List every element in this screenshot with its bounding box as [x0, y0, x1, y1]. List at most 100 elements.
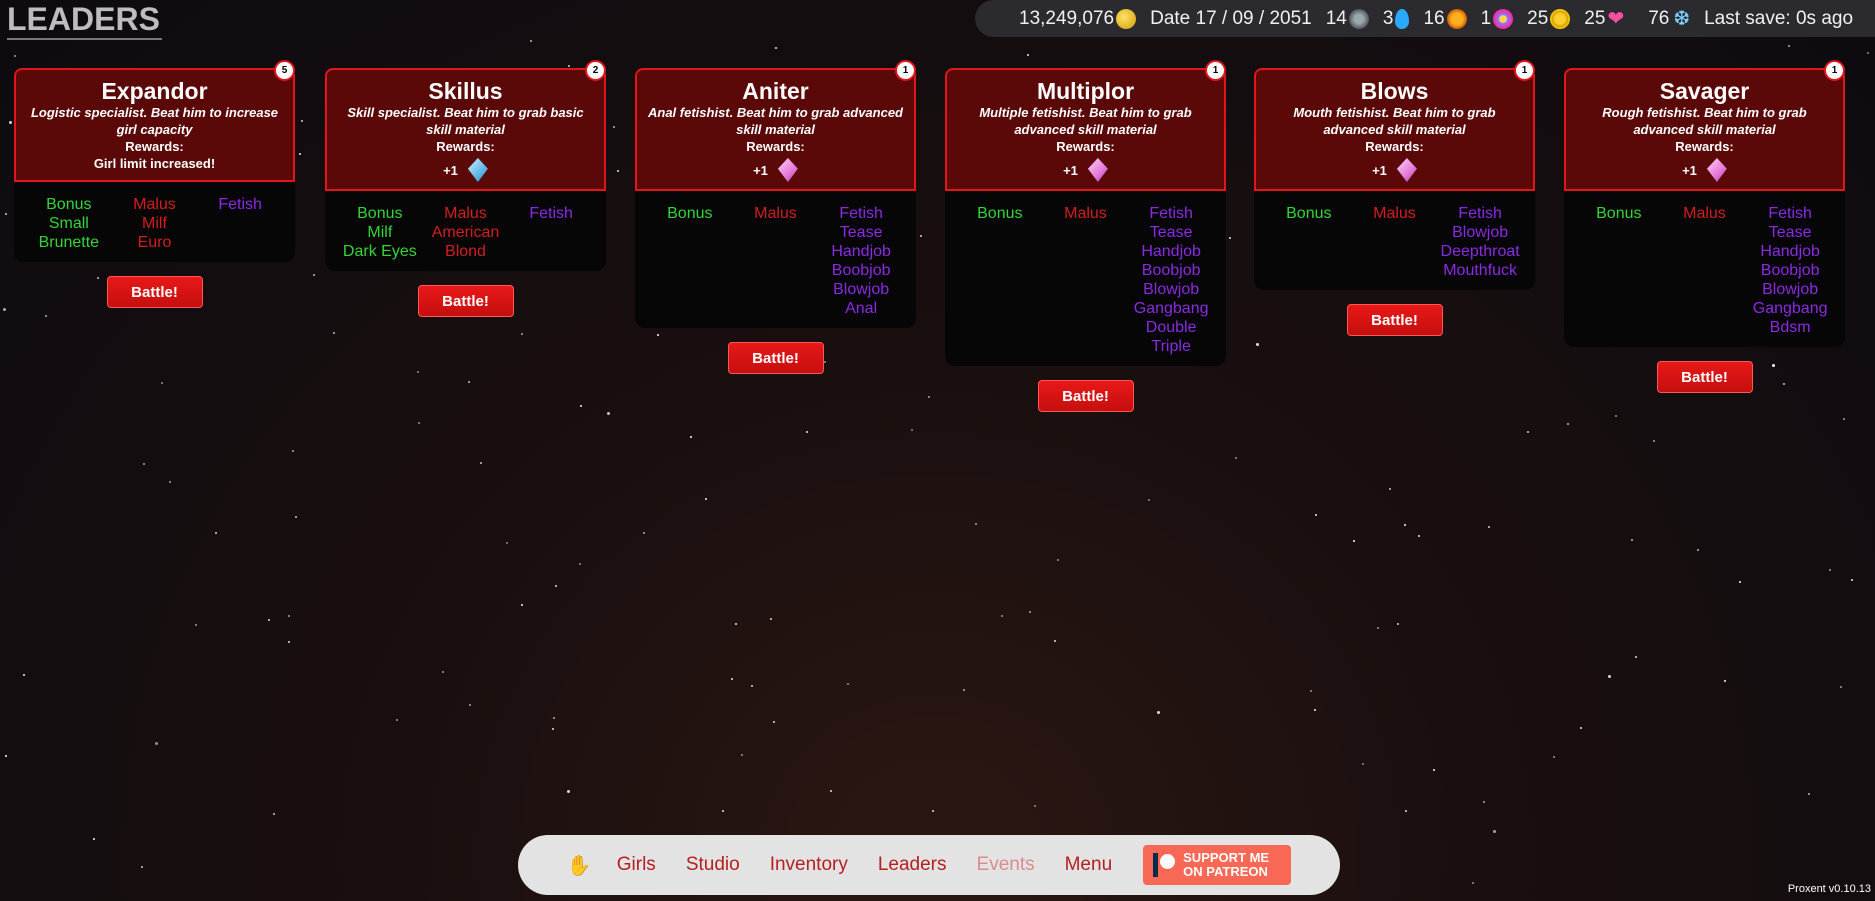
star: [735, 623, 737, 625]
star: [1034, 805, 1036, 807]
battle-button[interactable]: Battle!: [1656, 361, 1753, 393]
star: [1788, 45, 1790, 47]
trait-item: Bdsm: [1769, 319, 1811, 336]
nav-girls[interactable]: Girls: [617, 854, 656, 876]
battle-button[interactable]: Battle!: [1037, 380, 1134, 412]
trait-table: Bonus Small Brunette Malus Milf Euro Fet…: [14, 182, 295, 262]
leader-header: 2 Skillus Skill specialist. Beat him to …: [325, 60, 606, 191]
battle-button[interactable]: Battle!: [417, 285, 514, 317]
splash-icon: ❆: [1673, 7, 1691, 30]
trait-table: Bonus Malus Fetish Tease Handjob Boobjob…: [635, 191, 916, 328]
malus-column: Malus: [1043, 204, 1128, 356]
nav-studio[interactable]: Studio: [686, 854, 740, 876]
star: [442, 671, 444, 673]
star: [1353, 540, 1355, 542]
battle-button[interactable]: Battle!: [1346, 304, 1443, 336]
rewards-label: Rewards:: [125, 139, 184, 154]
star: [169, 481, 171, 483]
trait-item: Bonus: [977, 205, 1023, 222]
star: [313, 274, 315, 276]
star: [1054, 640, 1056, 642]
star: [1433, 769, 1435, 771]
reward-row: +1: [645, 155, 906, 185]
star: [555, 585, 557, 587]
star: [920, 235, 922, 237]
trait-item: Anal: [845, 300, 878, 317]
trait-item: Tease: [1149, 224, 1193, 241]
trait-table: Bonus Milf Dark Eyes Malus American Blon…: [325, 191, 606, 271]
heart-counter: 25 ❤: [1584, 8, 1624, 30]
star: [195, 624, 197, 626]
star: [1057, 559, 1059, 561]
star: [418, 422, 420, 424]
battle-button[interactable]: Battle!: [106, 276, 203, 308]
star: [288, 641, 290, 643]
trait-item: Boobjob: [1760, 262, 1820, 279]
reward-amount: +1: [1372, 162, 1387, 178]
trait-item: Fetish: [1149, 205, 1193, 222]
star: [775, 47, 777, 49]
trait-item: Tease: [1768, 224, 1812, 241]
bonus-column: Bonus Small Brunette: [26, 195, 111, 252]
trait-item: Deepthroat: [1440, 243, 1520, 260]
leader-card-skillus: 2 Skillus Skill specialist. Beat him to …: [325, 60, 606, 317]
trait-item: Milf: [367, 224, 393, 241]
star: [1310, 690, 1312, 692]
nav-inventory[interactable]: Inventory: [770, 854, 848, 876]
fetish-column: Fetish Tease Handjob Boobjob Blowjob Gan…: [1129, 204, 1214, 356]
heart-value: 25: [1584, 7, 1606, 29]
trait-item: Handjob: [831, 243, 891, 260]
star: [1697, 549, 1699, 551]
reward-row: +1: [335, 155, 596, 185]
pink-crystal-icon: [1087, 158, 1108, 182]
bonus-column: Bonus: [1576, 204, 1661, 337]
trait-item: Tease: [839, 224, 883, 241]
trait-table: Bonus Malus Fetish Tease Handjob Boobjob…: [945, 191, 1226, 366]
date-display: Date 17 / 09 / 2051: [1150, 8, 1312, 30]
trait-item: Bonus: [46, 196, 92, 213]
star: [273, 813, 275, 815]
star: [1027, 54, 1029, 56]
flower-icon: [1493, 8, 1514, 29]
star: [1840, 686, 1842, 688]
star: [1148, 499, 1150, 501]
fetish-column: Fetish Blowjob Deepthroat Mouthfuck: [1438, 204, 1523, 280]
battle-button[interactable]: Battle!: [727, 342, 824, 374]
leader-description: Rough fetishist. Beat him to grab advanc…: [1602, 105, 1807, 137]
malus-column: Malus: [1662, 204, 1747, 337]
fetish-column: Fetish: [198, 195, 283, 252]
star: [1739, 581, 1741, 583]
star: [1635, 656, 1637, 658]
nav-menu[interactable]: Menu: [1065, 854, 1113, 876]
trait-item: Gangbang: [1133, 300, 1209, 317]
patreon-line-2: ON PATREON: [1183, 864, 1268, 879]
star: [299, 153, 301, 155]
star: [288, 615, 290, 617]
star: [5, 755, 7, 757]
pink-crystal-icon: [1706, 158, 1727, 182]
leader-header: 5 Expandor Logistic specialist. Beat him…: [14, 60, 295, 182]
nav-events[interactable]: Events: [977, 854, 1035, 876]
fetish-column: Fetish: [509, 204, 594, 261]
star: [568, 65, 570, 67]
star: [1229, 237, 1231, 239]
star: [770, 618, 772, 620]
star: [3, 308, 6, 311]
trait-item: Milf: [142, 215, 167, 232]
star: [268, 619, 270, 621]
star: [1235, 457, 1237, 459]
star: [1493, 830, 1496, 833]
hand-icon[interactable]: ✋: [567, 853, 592, 878]
patreon-label: SUPPORT ME ON PATREON: [1183, 851, 1269, 879]
reward-row: +1: [1574, 155, 1835, 185]
pink-crystal-icon: [777, 158, 798, 182]
patreon-button[interactable]: SUPPORT ME ON PATREON: [1143, 845, 1292, 885]
trait-item: Blowjob: [833, 281, 890, 298]
star: [155, 742, 158, 745]
star: [975, 523, 977, 525]
nav-leaders[interactable]: Leaders: [878, 854, 947, 876]
bonus-column: Bonus: [1266, 204, 1351, 280]
trait-item: Malus: [133, 196, 176, 213]
leader-description: Multiple fetishist. Beat him to grab adv…: [979, 105, 1192, 137]
star: [292, 450, 294, 452]
